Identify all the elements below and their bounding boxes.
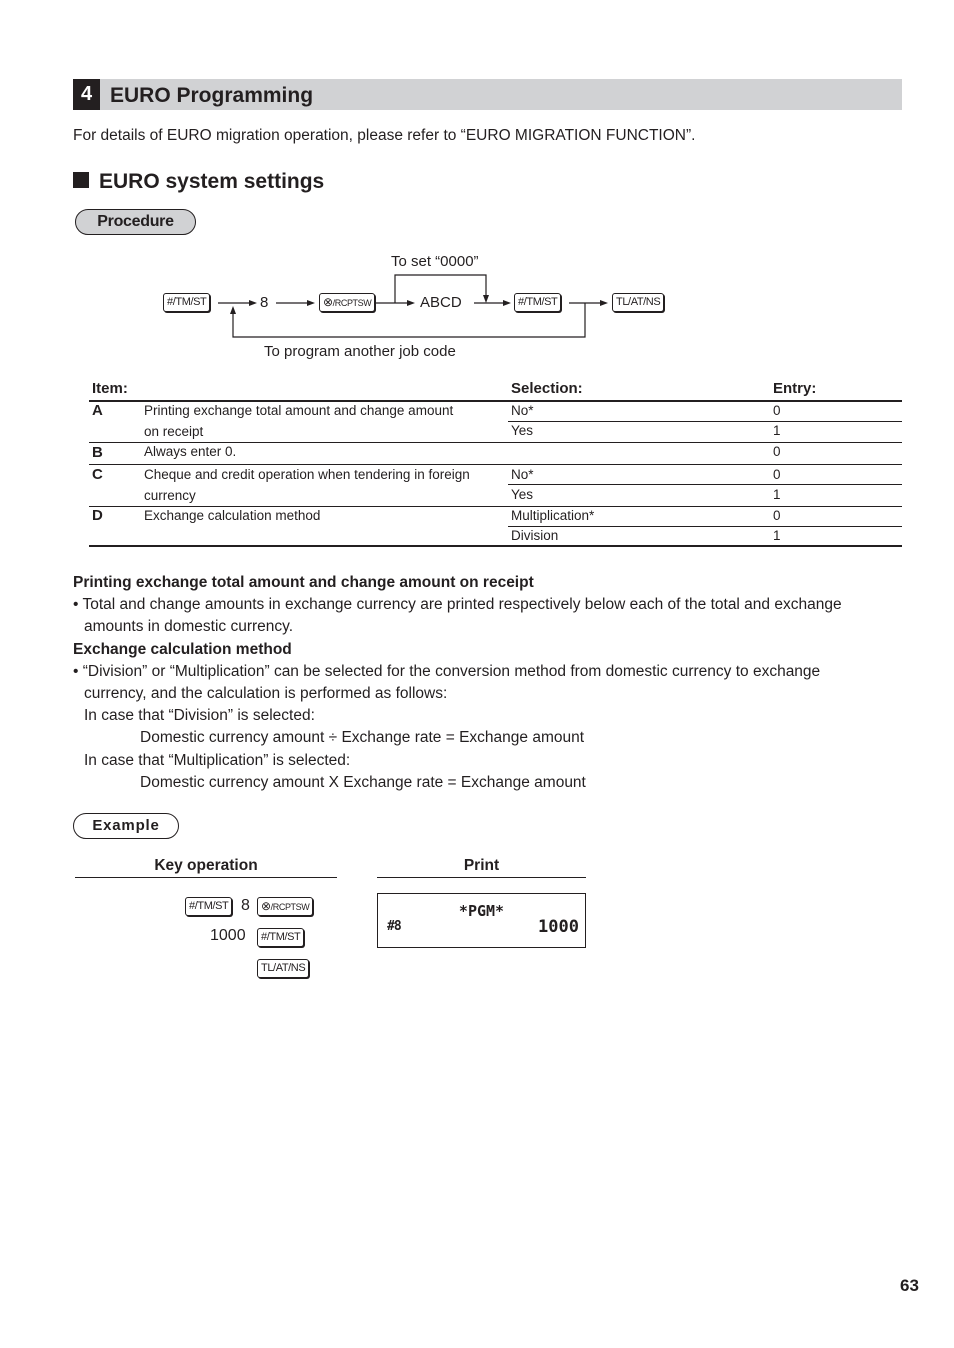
page-number: 63 [900,1276,919,1295]
example-label: Example [73,813,179,839]
selection-value: Multiplication* [511,508,595,523]
formula-division: Domestic currency amount ÷ Exchange rate… [140,729,585,746]
arrow-head [600,300,608,306]
entry-value: 1 [773,487,781,502]
header-item: Item: [92,380,128,397]
key-rcptsw-label: /RCPTSW [270,902,310,912]
key-tl-at-ns: TL/AT/NS [257,959,310,978]
key-tm-st: #/TM/ST [257,928,305,947]
receipt-value: 1000 [538,917,579,937]
row-description: on receipt [144,424,204,439]
formula-multiplication: Domestic currency amount X Exchange rate… [140,774,586,791]
example-digit: 8 [241,897,250,914]
note-text: • “Division” or “Multiplication” can be … [73,663,821,680]
row-letter: C [92,466,103,483]
arrow-head [483,295,489,303]
row-letter: A [92,402,103,419]
selection-value: No* [511,403,534,418]
entry-value: 0 [773,444,781,459]
table-bottom-rule [89,545,902,547]
selection-value: No* [511,467,534,482]
arrow-head [249,300,257,306]
row-letter: B [92,444,103,461]
row-description: currency [144,488,196,503]
arrow-head [503,300,511,306]
print-rule [377,877,586,878]
note-text: In case that “Division” is selected: [84,707,315,724]
header-entry: Entry: [773,380,817,397]
flow-input-abcd: ABCD [420,294,462,311]
settings-table: Item: Selection: Entry: A Printing excha… [89,380,902,550]
key-rcptsw-label: /RCPTSW [332,298,372,308]
row-description: Always enter 0. [144,444,237,459]
flow-note-repeat: To program another job code [264,343,456,360]
option-rule [508,421,902,422]
row-description: Cheque and credit operation when tenderi… [144,467,470,482]
note-heading-printing: Printing exchange total amount and chang… [73,574,534,591]
entry-value: 0 [773,467,781,482]
key-tm-st: #/TM/ST [185,897,233,916]
entry-value: 0 [773,403,781,418]
key-rcptsw: ⊗/RCPTSW [257,897,314,916]
selection-value: Yes [511,423,534,438]
print-header: Print [463,857,500,874]
key-tm-st: #/TM/ST [163,293,211,312]
flow-note-set-zero: To set “0000” [391,253,479,270]
arrow-head [407,300,415,306]
arrow-head [307,300,315,306]
flow-digit: 8 [260,294,269,311]
multiply-circle-icon: ⊗ [261,899,271,913]
note-text: • Total and change amounts in exchange c… [73,596,842,613]
row-description: Printing exchange total amount and chang… [144,403,454,418]
multiply-circle-icon: ⊗ [323,295,333,309]
arrow-head [230,306,236,314]
option-rule [508,526,902,527]
key-tl-at-ns: TL/AT/NS [612,293,665,312]
note-text: amounts in domestic currency. [84,618,294,635]
entry-value: 1 [773,423,781,438]
row-description: Exchange calculation method [144,508,321,523]
key-operation-header: Key operation [154,857,258,874]
header-selection: Selection: [511,380,583,397]
key-rcptsw: ⊗/RCPTSW [319,293,376,312]
option-rule [508,484,902,485]
example-value: 1000 [210,927,246,944]
receipt-print: *PGM* #8 1000 [377,893,586,948]
entry-value: 1 [773,528,781,543]
receipt-job-code: #8 [387,919,402,934]
entry-value: 0 [773,508,781,523]
note-heading-calculation: Exchange calculation method [73,641,292,658]
flow-arrows [218,274,608,338]
note-text: In case that “Multiplication” is selecte… [84,752,351,769]
note-text: currency, and the calculation is perform… [84,685,448,702]
key-tm-st: #/TM/ST [514,293,562,312]
selection-value: Yes [511,487,534,502]
key-operation-rule [75,877,337,878]
row-letter: D [92,507,103,524]
selection-value: Division [511,528,559,543]
